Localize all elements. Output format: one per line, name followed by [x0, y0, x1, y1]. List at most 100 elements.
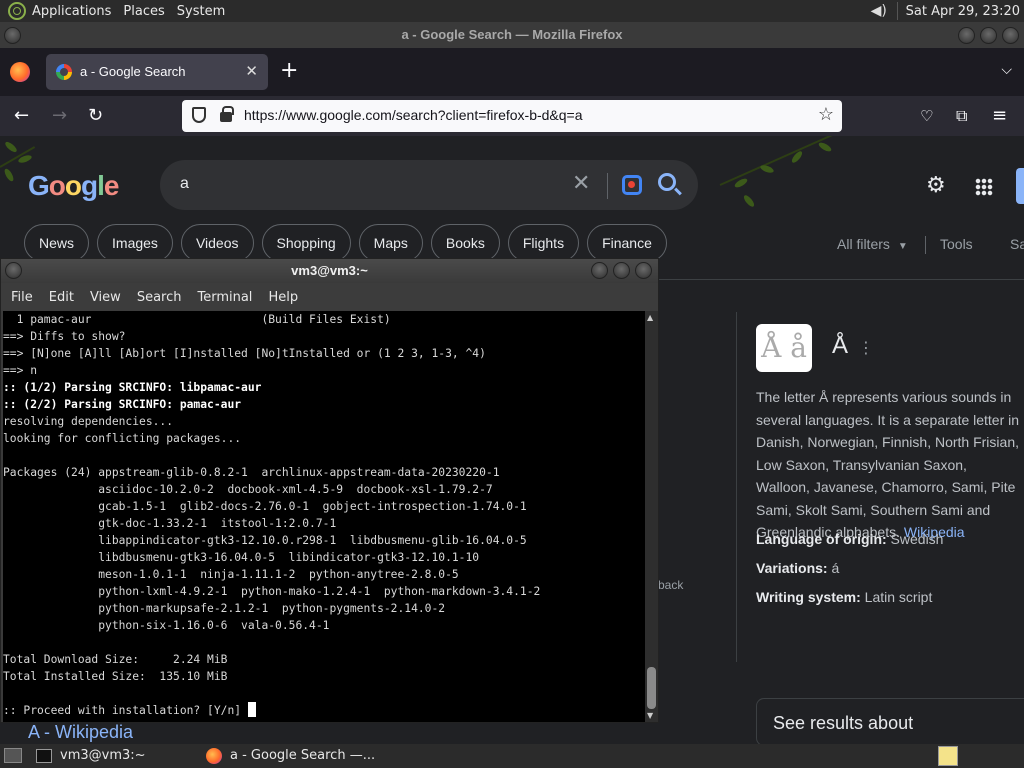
google-apps-icon[interactable] [975, 178, 993, 196]
terminal-window[interactable]: vm3@vm3:~ File Edit View Search Terminal… [0, 258, 659, 723]
applications-menu[interactable]: Applications [32, 4, 111, 19]
terminal-line: python-markupsafe-2.1.2-1 python-pygment… [3, 602, 446, 615]
safesearch-button[interactable]: Sa [1010, 236, 1024, 252]
chip-news[interactable]: News [24, 224, 90, 262]
terminal-icon [36, 749, 52, 763]
terminal-line: gtk-doc-1.33.2-1 itstool-1:2.0.7-1 [3, 517, 337, 530]
result-title-link[interactable]: A - Wikipedia [28, 722, 133, 743]
terminal-line: ==> Diffs to show? [3, 330, 126, 343]
forward-icon[interactable]: → [52, 106, 67, 126]
reload-icon[interactable]: ↻ [88, 106, 103, 126]
url-bar[interactable]: https://www.google.com/search?client=fir… [182, 100, 842, 132]
tab-google-search[interactable]: a - Google Search ✕ [46, 54, 268, 90]
show-desktop-icon[interactable] [4, 748, 22, 763]
google-doodle-logo[interactable]: Google [28, 170, 119, 202]
terminal-line: resolving dependencies... [3, 415, 174, 428]
taskbar-label: vm3@vm3:~ [60, 748, 146, 763]
distro-logo-icon[interactable] [8, 2, 26, 20]
panel-tray: ◀) Sat Apr 29, 23:20 [871, 0, 1020, 22]
navigation-toolbar: ← → ↻ https://www.google.com/search?clie… [0, 96, 1024, 136]
menu-file[interactable]: File [11, 290, 33, 305]
chip-finance[interactable]: Finance [587, 224, 667, 262]
app-menu-icon[interactable]: ≡ [992, 106, 1007, 126]
chip-images[interactable]: Images [97, 224, 173, 262]
minimize-button[interactable] [591, 262, 608, 279]
chip-videos[interactable]: Videos [180, 224, 254, 262]
search-query[interactable]: a [180, 175, 189, 193]
firefox-icon [206, 748, 222, 764]
terminal-prompt-line[interactable]: :: Proceed with installation? [Y/n] [3, 702, 645, 719]
fact-value[interactable]: á [831, 560, 839, 576]
menu-help[interactable]: Help [268, 290, 298, 305]
knowledge-panel-divider [736, 312, 737, 662]
terminal-line: asciidoc-10.2.0-2 docbook-xml-4.5-9 docb… [3, 483, 493, 496]
terminal-titlebar[interactable]: vm3@vm3:~ [1, 259, 658, 283]
chip-shopping[interactable]: Shopping [261, 224, 351, 262]
scroll-down-icon[interactable]: ▼ [647, 711, 653, 720]
taskbar-item-terminal[interactable]: vm3@vm3:~ [34, 746, 200, 766]
bottom-panel: vm3@vm3:~ a - Google Search —... [0, 744, 1024, 768]
more-options-icon[interactable]: ⋮ [858, 338, 874, 357]
chip-books[interactable]: Books [430, 224, 500, 262]
chip-maps[interactable]: Maps [358, 224, 423, 262]
menu-edit[interactable]: Edit [49, 290, 74, 305]
menu-search[interactable]: Search [137, 290, 182, 305]
menu-view[interactable]: View [90, 290, 121, 305]
terminal-menubar: File Edit View Search Terminal Help [1, 283, 658, 311]
close-window-button[interactable] [635, 262, 652, 279]
chip-flights[interactable]: Flights [507, 224, 580, 262]
system-menu[interactable]: System [177, 4, 225, 19]
maximize-button[interactable] [980, 27, 997, 44]
google-search-box[interactable]: a ✕ [160, 160, 698, 210]
search-icon[interactable] [658, 173, 676, 191]
terminal-scrollbar[interactable]: ▲ ▼ [645, 311, 658, 722]
pocket-icon[interactable]: ♡ [920, 106, 933, 126]
lock-icon[interactable] [220, 106, 234, 122]
terminal-line: looking for conflicting packages... [3, 432, 242, 445]
all-filters-button[interactable]: All filters ▼ [837, 236, 908, 252]
extensions-icon[interactable]: ⧉ [956, 106, 967, 126]
feedback-link[interactable]: back [658, 578, 683, 592]
knowledge-panel-thumbnail[interactable]: Å å [756, 324, 812, 372]
window-menu-button[interactable] [4, 27, 21, 44]
back-icon[interactable]: ← [14, 106, 29, 126]
menu-terminal[interactable]: Terminal [197, 290, 252, 305]
tracking-protection-icon[interactable] [192, 107, 206, 123]
panel-separator [896, 2, 898, 20]
clear-search-icon[interactable]: ✕ [572, 172, 590, 194]
close-tab-icon[interactable]: ✕ [245, 62, 258, 80]
tools-button[interactable]: Tools [940, 236, 973, 252]
terminal-line: :: (1/2) Parsing SRCINFO: libpamac-aur [3, 381, 262, 394]
top-panel: Applications Places System ◀) Sat Apr 29… [0, 0, 1024, 22]
sign-in-button[interactable] [1016, 168, 1024, 204]
new-tab-icon[interactable]: + [280, 60, 298, 82]
see-results-about-card[interactable]: See results about [756, 698, 1024, 744]
bookmark-star-icon[interactable]: ☆ [818, 104, 834, 125]
taskbar-item-firefox[interactable]: a - Google Search —... [204, 746, 404, 766]
terminal-output[interactable]: 1 pamac-aur (Build Files Exist) ==> Diffs… [3, 311, 645, 722]
fact-value[interactable]: Latin script [865, 589, 933, 605]
notes-applet-icon[interactable] [938, 746, 958, 766]
volume-icon[interactable]: ◀) [871, 4, 887, 18]
caret-down-icon: ▼ [897, 241, 908, 252]
google-lens-icon[interactable] [622, 175, 642, 195]
doodle-leaf [3, 140, 19, 154]
maximize-button[interactable] [613, 262, 630, 279]
scrollbar-thumb[interactable] [647, 667, 656, 709]
terminal-line: python-six-1.16.0-6 vala-0.56.4-1 [3, 619, 330, 632]
places-menu[interactable]: Places [123, 4, 164, 19]
fact-value[interactable]: Swedish [891, 531, 944, 547]
url-text[interactable]: https://www.google.com/search?client=fir… [244, 107, 583, 123]
google-favicon-icon [56, 64, 72, 80]
firefox-view-icon[interactable] [10, 62, 30, 82]
close-window-button[interactable] [1002, 27, 1019, 44]
toolbar-separator [925, 236, 926, 254]
terminal-line: meson-1.0.1-1 ninja-1.11.1-2 python-anyt… [3, 568, 459, 581]
minimize-button[interactable] [958, 27, 975, 44]
list-all-tabs-icon[interactable]: ⌵ [1001, 62, 1012, 78]
window-menu-button[interactable] [5, 262, 22, 279]
scroll-up-icon[interactable]: ▲ [647, 313, 653, 322]
clock[interactable]: Sat Apr 29, 23:20 [906, 4, 1020, 19]
settings-gear-icon[interactable]: ⚙ [926, 174, 946, 198]
